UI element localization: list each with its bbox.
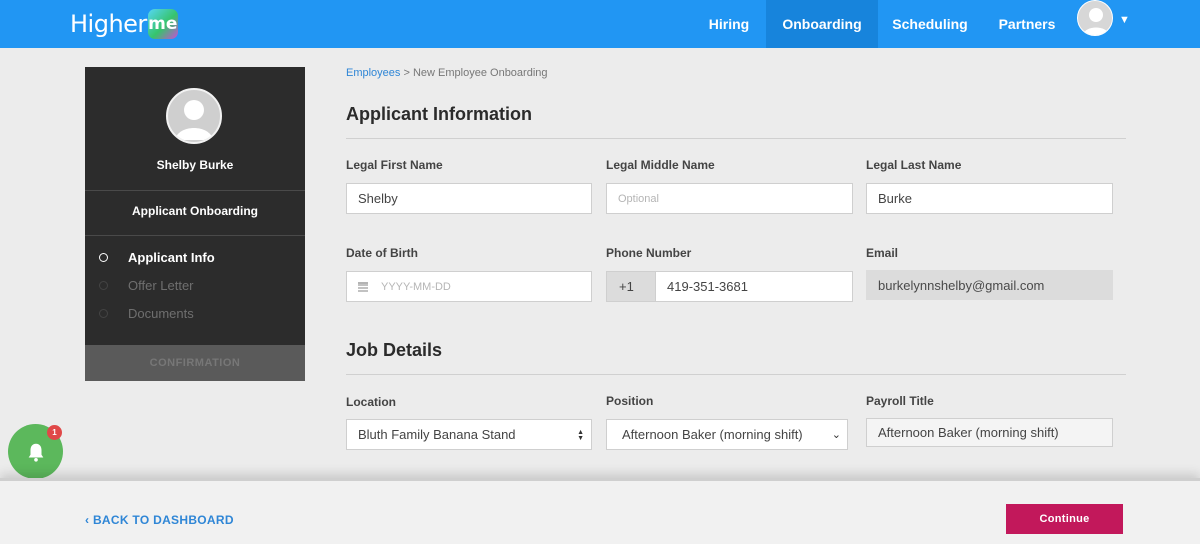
dob-input[interactable]: YYYY-MM-DD (346, 271, 592, 302)
nav-partners[interactable]: Partners (982, 0, 1072, 48)
breadcrumb-current: New Employee Onboarding (412, 67, 548, 79)
step-applicant-info[interactable]: Applicant Info (85, 248, 305, 268)
location-label: Location (346, 395, 396, 409)
breadcrumb: Employees > New Employee Onboarding (346, 67, 548, 79)
notification-count-badge: 1 (47, 425, 62, 440)
confirmation-step[interactable]: CONFIRMATION (85, 345, 305, 381)
last-name-input[interactable]: Burke (866, 183, 1113, 214)
step-inactive-icon (99, 281, 108, 290)
position-select[interactable]: Afternoon Baker (morning shift) ⌄ (606, 419, 848, 450)
logo-mark: me (147, 9, 178, 39)
applicant-name: Shelby Burke (156, 158, 234, 172)
applicant-info-title: Applicant Information (346, 104, 532, 124)
user-avatar-icon[interactable] (1077, 0, 1113, 36)
continue-button[interactable]: Continue (1006, 504, 1123, 534)
payroll-title-label: Payroll Title (866, 394, 934, 408)
section-divider (346, 374, 1126, 375)
nav-scheduling[interactable]: Scheduling (878, 0, 982, 48)
back-to-dashboard-link[interactable]: ‹ BACK TO DASHBOARD (85, 513, 234, 527)
step-inactive-icon (99, 309, 108, 318)
location-select[interactable]: Bluth Family Banana Stand ▲ ▼ (346, 419, 592, 450)
phone-input[interactable]: 419-351-3681 (655, 271, 853, 302)
section-divider (346, 138, 1126, 139)
breadcrumb-employees-link[interactable]: Employees (346, 67, 400, 79)
position-label: Position (606, 394, 654, 408)
logo-text: Higher (70, 10, 147, 38)
dob-placeholder: YYYY-MM-DD (381, 280, 451, 293)
chevron-left-icon: ‹ (85, 513, 90, 527)
step-label: Documents (128, 306, 194, 321)
sidebar-divider (85, 235, 305, 236)
location-value: Bluth Family Banana Stand (358, 427, 516, 442)
position-value: Afternoon Baker (morning shift) (622, 427, 803, 442)
footer-bar: ‹ BACK TO DASHBOARD Continue (0, 478, 1200, 544)
payroll-title-field[interactable]: Afternoon Baker (morning shift) (866, 418, 1113, 447)
last-name-label: Legal Last Name (866, 158, 962, 172)
select-arrows-icon: ▲ ▼ (577, 429, 584, 442)
breadcrumb-separator: > (403, 67, 410, 79)
sidebar-section-title: Applicant Onboarding (132, 204, 258, 218)
applicant-avatar-icon (166, 88, 222, 144)
nav-onboarding[interactable]: Onboarding (766, 0, 878, 48)
back-label: BACK TO DASHBOARD (92, 513, 234, 527)
first-name-label: Legal First Name (346, 158, 443, 172)
caret-down-icon[interactable]: ▼ (1119, 14, 1130, 26)
first-name-input[interactable]: Shelby (346, 183, 592, 214)
sidebar-divider (85, 190, 305, 191)
middle-name-input[interactable]: Optional (606, 183, 853, 214)
email-label: Email (866, 246, 899, 260)
phone-label: Phone Number (606, 246, 692, 260)
calendar-icon (358, 281, 368, 292)
step-active-icon (99, 253, 108, 262)
middle-name-label: Legal Middle Name (606, 158, 715, 172)
email-field: burkelynnshelby@gmail.com (866, 270, 1113, 300)
dob-label: Date of Birth (346, 246, 418, 260)
brand-logo[interactable]: Higher me (70, 8, 178, 40)
nav-hiring[interactable]: Hiring (692, 0, 766, 48)
step-offer-letter[interactable]: Offer Letter (85, 276, 305, 296)
step-label: Applicant Info (128, 250, 215, 265)
top-navbar: Higher me Hiring Onboarding Scheduling P… (0, 0, 1200, 48)
phone-country-code: +1 (606, 271, 656, 302)
job-details-title: Job Details (346, 340, 443, 360)
bell-icon (28, 443, 43, 462)
chevron-down-icon: ⌄ (831, 429, 841, 441)
step-label: Offer Letter (128, 278, 194, 293)
step-documents[interactable]: Documents (85, 304, 305, 324)
onboarding-sidebar: Shelby Burke Applicant Onboarding Applic… (85, 67, 305, 381)
